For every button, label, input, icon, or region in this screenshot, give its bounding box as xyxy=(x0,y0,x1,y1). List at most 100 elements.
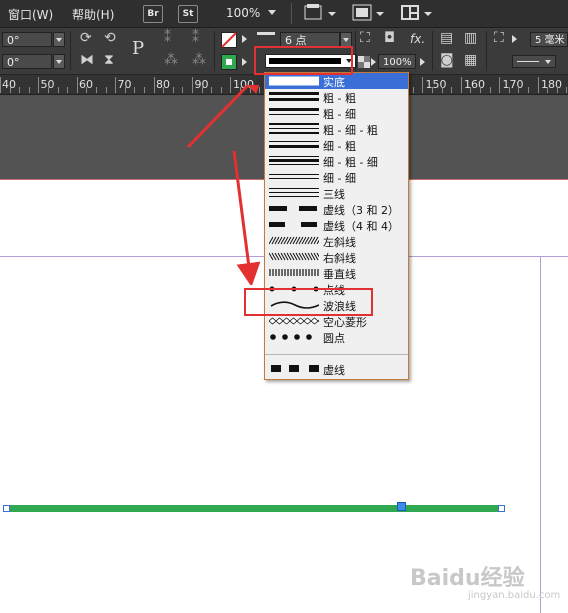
screen-mode-icon[interactable] xyxy=(352,4,386,22)
bridge-button[interactable]: Br xyxy=(143,5,163,23)
stroke-type-option[interactable]: 圆点 xyxy=(265,329,408,345)
opacity-dropdown-icon[interactable] xyxy=(420,58,425,66)
fill-menu-icon[interactable] xyxy=(242,35,247,43)
select-next-icon[interactable]: ⁂ xyxy=(192,52,206,68)
stroke-type-label: 右斜线 xyxy=(323,252,356,265)
stroke-type-dropdown-list[interactable]: 实底粗 - 粗粗 - 细粗 - 细 - 粗细 - 粗细 - 粗 - 细细 - 细… xyxy=(264,72,409,380)
ruler-tick xyxy=(508,87,510,93)
ruler-tick xyxy=(528,87,529,93)
ruler-tick xyxy=(48,87,49,93)
ruler-tick xyxy=(134,87,136,93)
object-style-selector[interactable] xyxy=(512,55,556,68)
fill-none-swatch-icon[interactable] xyxy=(221,32,237,48)
zoom-level[interactable]: 100% xyxy=(226,6,260,20)
page-margin-guide-right xyxy=(540,256,541,613)
spacing-menu-icon[interactable] xyxy=(512,35,517,43)
stroke-type-option[interactable]: 虚线（3 和 2） xyxy=(265,201,408,217)
panel-divider xyxy=(486,31,487,71)
stroke-type-label: 粗 - 细 xyxy=(323,108,356,121)
rotate-ccw-icon[interactable]: ⟲ xyxy=(104,30,116,46)
stroke-type-option[interactable]: 虚线 xyxy=(265,361,408,377)
drop-shadow-icon[interactable]: ◘ xyxy=(384,30,395,46)
stroke-sample-icon xyxy=(269,329,319,345)
text-wrap-next-icon[interactable]: ▦ xyxy=(464,52,477,68)
stroke-type-label: 空心菱形 xyxy=(323,316,367,329)
text-wrap-around-icon[interactable]: ▥ xyxy=(464,30,477,46)
rotate-angle-dropdown[interactable] xyxy=(53,32,65,47)
ruler-tick xyxy=(19,87,21,93)
stock-button[interactable]: St xyxy=(178,5,198,23)
stroke-menu-icon[interactable] xyxy=(242,58,247,66)
ruler-tick xyxy=(124,87,126,93)
effects-fx-icon[interactable]: fx. xyxy=(410,32,425,46)
view-options-icon[interactable] xyxy=(304,4,338,22)
ruler-tick xyxy=(432,87,433,93)
corner-options-icon[interactable]: ⛶ xyxy=(360,30,370,46)
ruler-tick xyxy=(547,87,549,93)
frame-fitting-icon[interactable]: ⛶ xyxy=(494,30,504,46)
annotation-arrow-up xyxy=(186,85,265,149)
line-start-handle[interactable] xyxy=(3,505,10,512)
select-content-icon[interactable]: ⁂ xyxy=(164,52,178,68)
opacity-field[interactable]: 100% xyxy=(378,54,416,69)
flip-horizontal-icon[interactable]: ⧓ xyxy=(80,52,94,68)
stroke-type-option[interactable]: 实底 xyxy=(265,73,408,89)
select-container-icon[interactable]: ⁑ xyxy=(164,30,171,46)
shear-angle-dropdown[interactable] xyxy=(53,54,65,69)
rotate-angle-field[interactable]: 0° xyxy=(2,32,52,47)
ruler-label: 150 xyxy=(425,78,447,91)
stroke-type-option[interactable]: 粗 - 细 - 粗 xyxy=(265,121,408,137)
ruler-tick xyxy=(86,87,88,93)
panel-divider xyxy=(355,31,356,71)
stroke-type-option[interactable]: 虚线（4 和 4） xyxy=(265,217,408,233)
stroke-type-label: 虚线（3 和 2） xyxy=(323,204,399,217)
ruler-tick xyxy=(480,87,481,93)
stroke-type-label: 圆点 xyxy=(323,332,345,345)
flip-vertical-icon[interactable]: ⧗ xyxy=(104,52,114,68)
selected-line-object[interactable] xyxy=(6,505,501,512)
line-end-handle[interactable] xyxy=(498,505,505,512)
stroke-type-option[interactable]: 左斜线 xyxy=(265,233,408,249)
ruler-tick xyxy=(96,87,97,93)
menu-help[interactable]: 帮助(H) xyxy=(72,6,114,23)
stroke-type-option[interactable]: 粗 - 粗 xyxy=(265,89,408,105)
ruler-tick xyxy=(451,87,453,93)
ruler-tick xyxy=(163,87,165,93)
select-previous-icon[interactable]: ⁑ xyxy=(192,30,199,46)
stroke-type-option[interactable]: 细 - 粗 - 细 xyxy=(265,153,408,169)
ruler-tick xyxy=(460,77,462,93)
ruler-tick xyxy=(422,77,424,93)
stroke-type-option[interactable]: 细 - 细 xyxy=(265,169,408,185)
ruler-tick xyxy=(105,87,107,93)
ruler-tick xyxy=(144,87,145,93)
rotate-cw-icon[interactable]: ⟳ xyxy=(80,30,92,46)
stroke-type-label: 垂直线 xyxy=(323,268,356,281)
stroke-type-option[interactable]: 右斜线 xyxy=(265,249,408,265)
stroke-type-option[interactable]: 细 - 粗 xyxy=(265,137,408,153)
ruler-tick xyxy=(115,77,117,93)
stroke-weight-dropdown[interactable] xyxy=(340,32,352,47)
stroke-type-option[interactable]: 垂直线 xyxy=(265,265,408,281)
ruler-tick xyxy=(489,87,491,93)
opacity-menu-icon[interactable] xyxy=(371,58,376,66)
zoom-chevron-down-icon[interactable] xyxy=(268,10,276,15)
stroke-type-label: 粗 - 细 - 粗 xyxy=(323,124,378,137)
spacing-field[interactable]: 5 毫米 xyxy=(530,32,568,47)
ruler-tick xyxy=(470,87,472,93)
stroke-type-option[interactable]: 三线 xyxy=(265,185,408,201)
menu-window[interactable]: 窗口(W) xyxy=(8,6,53,23)
panel-divider xyxy=(214,31,215,71)
ruler-tick xyxy=(9,87,11,93)
ruler-tick xyxy=(441,87,443,93)
shear-angle-field[interactable]: 0° xyxy=(2,54,52,69)
annotation-arrow-down xyxy=(232,150,261,285)
stroke-swatch-icon[interactable] xyxy=(221,54,237,70)
arrange-documents-icon[interactable] xyxy=(400,4,434,22)
stroke-type-label: 实底 xyxy=(323,76,345,89)
text-wrap-jump-icon[interactable]: ◙ xyxy=(440,52,454,68)
annotation-highlight-stroke-selector xyxy=(254,46,353,75)
stroke-weight-field[interactable]: 6 点 xyxy=(280,32,340,47)
stroke-type-option[interactable]: 粗 - 细 xyxy=(265,105,408,121)
line-center-point[interactable] xyxy=(397,502,406,511)
text-wrap-icon[interactable]: ▤ xyxy=(440,30,453,46)
